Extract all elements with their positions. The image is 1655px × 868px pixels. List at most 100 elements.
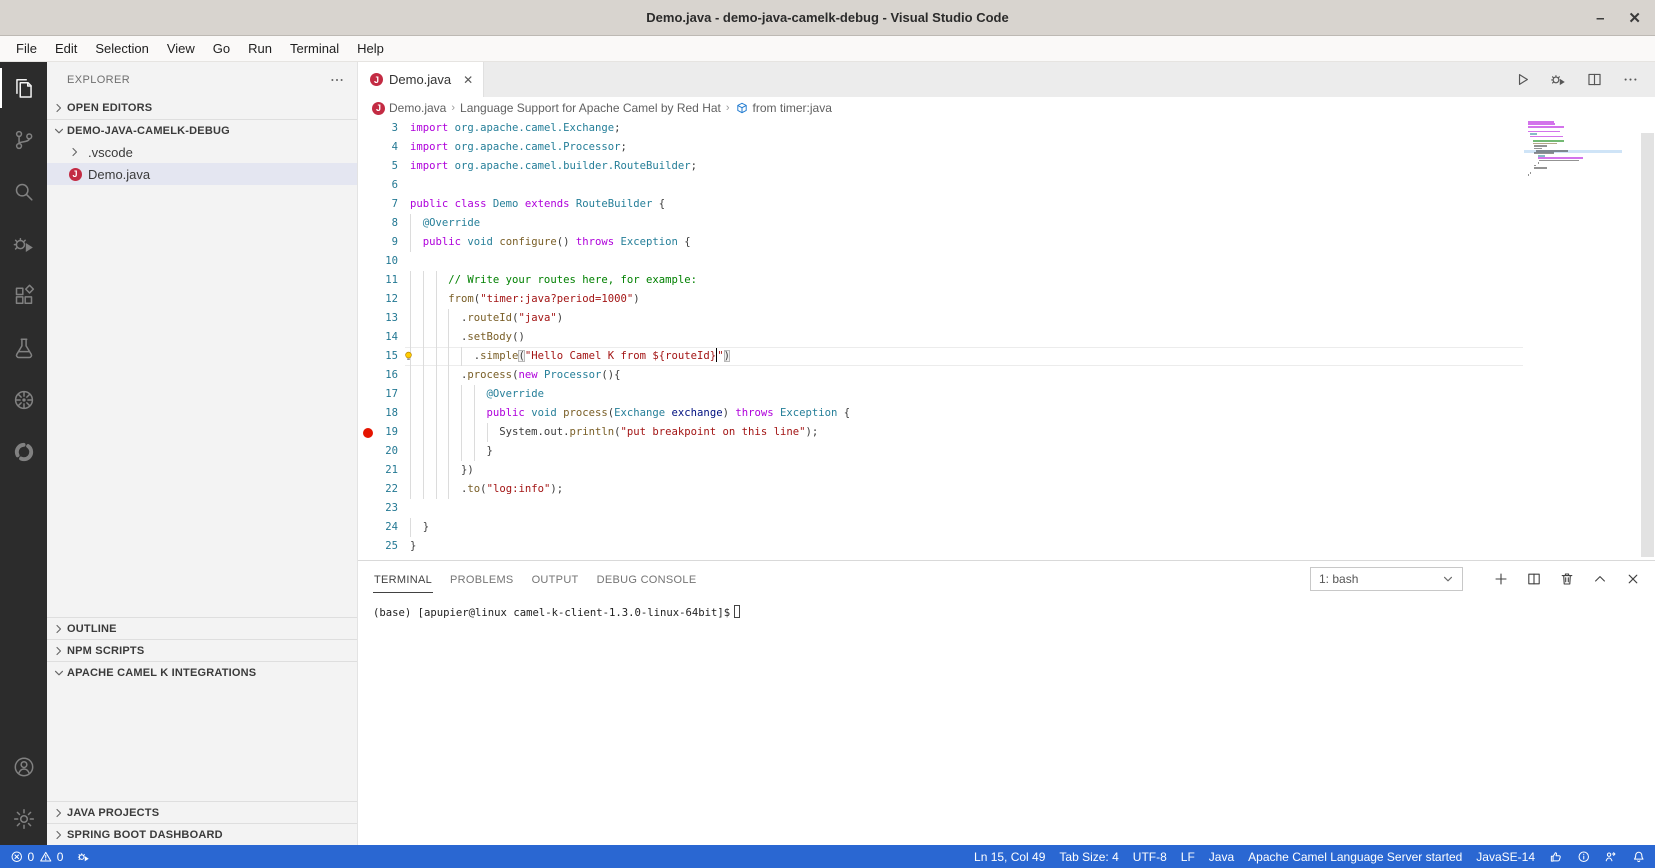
status-thumbs-up[interactable] (1549, 850, 1563, 864)
menu-edit[interactable]: Edit (46, 41, 86, 56)
activity-search[interactable] (0, 166, 47, 218)
panel-tab-problems[interactable]: PROBLEMS (449, 565, 515, 593)
status-warning-count[interactable]: 0 (39, 850, 63, 864)
status-error-count[interactable]: 0 (10, 850, 34, 864)
code-text[interactable]: .simple("Hello Camel K from ${routeId}") (410, 347, 730, 366)
status-language-mode[interactable]: Java (1209, 850, 1234, 864)
menu-view[interactable]: View (158, 41, 204, 56)
camel-route-icon (735, 101, 749, 115)
panel-tab-debug-console[interactable]: DEBUG CONSOLE (596, 565, 698, 593)
close-panel-icon[interactable] (1625, 571, 1641, 587)
split-terminal-icon[interactable] (1526, 571, 1542, 587)
status-camel-language-server-status[interactable]: Apache Camel Language Server started (1248, 850, 1462, 864)
code-text[interactable]: System.out.println("put breakpoint on th… (410, 423, 818, 442)
panel-header: TERMINAL PROBLEMS OUTPUT DEBUG CONSOLE 1: b… (358, 561, 1655, 596)
code-text[interactable]: public class Demo extends RouteBuilder { (410, 195, 665, 214)
activity-explorer[interactable] (0, 62, 47, 114)
code-text[interactable]: import org.apache.camel.Exchange; (410, 119, 621, 138)
tab-close-icon[interactable]: ✕ (463, 73, 473, 87)
new-terminal-icon[interactable] (1493, 571, 1509, 587)
code-line: 12 from("timer:java?period=1000") (358, 290, 1655, 309)
code-text[interactable]: } (410, 442, 493, 461)
kill-terminal-icon[interactable] (1559, 571, 1575, 587)
sidebar-section-outline[interactable]: OUTLINE (47, 617, 357, 639)
code-text[interactable]: public void configure() throws Exception… (410, 233, 691, 252)
activity-bar (0, 62, 47, 845)
activity-accounts[interactable] (0, 741, 47, 793)
menu-run[interactable]: Run (239, 41, 281, 56)
minimize-button[interactable]: – (1596, 11, 1604, 26)
status-debug-status[interactable] (77, 850, 91, 864)
editor-scrollbar[interactable] (1641, 133, 1654, 557)
activity-settings[interactable] (0, 793, 47, 845)
status-java-runtime[interactable]: JavaSE-14 (1476, 850, 1535, 864)
activity-run-and-debug[interactable] (0, 218, 47, 270)
code-text[interactable]: .process(new Processor(){ (410, 366, 621, 385)
line-number: 3 (391, 122, 398, 134)
maximize-panel-icon[interactable] (1592, 571, 1608, 587)
menu-terminal[interactable]: Terminal (281, 41, 348, 56)
code-editor[interactable]: 3 import org.apache.camel.Exchange; 4 impor… (358, 119, 1655, 560)
status-notifications[interactable] (1632, 850, 1646, 864)
status-share-feedback[interactable] (1604, 850, 1618, 864)
activity-source-control[interactable] (0, 114, 47, 166)
code-text[interactable]: @Override (410, 214, 480, 233)
code-text[interactable]: import org.apache.camel.builder.RouteBui… (410, 157, 697, 176)
menu-file[interactable]: File (7, 41, 46, 56)
sidebar-section-demo-java-camelk-debug[interactable]: DEMO-JAVA-CAMELK-DEBUG (47, 119, 357, 141)
breadcrumb-item[interactable]: J Demo.java (372, 101, 446, 115)
activity-kubernetes[interactable] (0, 374, 47, 426)
code-text[interactable]: }) (410, 461, 474, 480)
menu-help[interactable]: Help (348, 41, 393, 56)
sidebar-section-open-editors[interactable]: OPEN EDITORS (47, 97, 357, 119)
code-text[interactable]: } (410, 537, 416, 556)
code-text[interactable]: // Write your routes here, for example: (410, 271, 697, 290)
breadcrumb: J Demo.java › Language Support for Apache C… (358, 97, 1655, 119)
tree-item-demojava[interactable]: J Demo.java (47, 163, 357, 185)
activity-extensions[interactable] (0, 270, 47, 322)
explorer-more-actions-icon[interactable] (329, 72, 345, 88)
debug-alt-icon (12, 232, 36, 256)
status-end-of-line[interactable]: LF (1181, 850, 1195, 864)
sidebar-section-apache-camel-k-integrations[interactable]: APACHE CAMEL K INTEGRATIONS (47, 661, 357, 683)
code-line: 19 System.out.println("put breakpoint on… (358, 423, 1655, 442)
menu-selection[interactable]: Selection (86, 41, 157, 56)
sidebar-bottom-sections: OUTLINE NPM SCRIPTS APACHE CAMEL K INTEGRA… (47, 617, 357, 845)
tab-demo-java[interactable]: J Demo.java ✕ (358, 62, 485, 97)
code-text[interactable]: .routeId("java") (410, 309, 563, 328)
line-number: 6 (391, 179, 398, 191)
menu-go[interactable]: Go (204, 41, 239, 56)
sidebar-section-java-projects[interactable]: JAVA PROJECTS (47, 801, 357, 823)
debug-run-file-icon[interactable] (1550, 71, 1567, 88)
editor-actions (1514, 62, 1655, 97)
breadcrumb-item[interactable]: Language Support for Apache Camel by Red… (460, 101, 721, 115)
sidebar-section-npm-scripts[interactable]: NPM SCRIPTS (47, 639, 357, 661)
panel-tab-output[interactable]: OUTPUT (531, 565, 580, 593)
code-text[interactable]: @Override (410, 385, 544, 404)
code-text[interactable]: public void process(Exchange exchange) t… (410, 404, 851, 423)
close-window-button[interactable]: ✕ (1628, 11, 1641, 26)
status-indentation[interactable]: Tab Size: 4 (1059, 850, 1118, 864)
panel-tab-terminal[interactable]: TERMINAL (373, 565, 434, 593)
code-text[interactable]: import org.apache.camel.Processor; (410, 138, 627, 157)
split-editor-icon[interactable] (1586, 71, 1603, 88)
terminal[interactable]: (base) [apupier@linux camel-k-client-1.3… (358, 596, 1655, 619)
code-text[interactable]: } (410, 518, 429, 537)
breadcrumb-separator-icon: › (451, 102, 456, 114)
code-text[interactable]: .setBody() (410, 328, 525, 347)
more-actions-icon[interactable] (1622, 71, 1639, 88)
tree-item-vscode[interactable]: .vscode (47, 141, 357, 163)
status-encoding[interactable]: UTF-8 (1133, 850, 1167, 864)
activity-testing[interactable] (0, 322, 47, 374)
run-file-icon[interactable] (1514, 71, 1531, 88)
minimap-line (1534, 152, 1555, 155)
code-text[interactable]: from("timer:java?period=1000") (410, 290, 639, 309)
chevron-right-icon (67, 144, 83, 160)
sidebar-section-spring-boot-dashboard[interactable]: SPRING BOOT DASHBOARD (47, 823, 357, 845)
activity-camel-k[interactable] (0, 426, 47, 478)
status-cursor-position[interactable]: Ln 15, Col 49 (974, 850, 1045, 864)
code-text[interactable]: .to("log:info"); (410, 480, 563, 499)
breadcrumb-item[interactable]: from timer:java (735, 101, 832, 115)
terminal-select[interactable]: 1: bash (1310, 566, 1463, 591)
status-java-info[interactable] (1577, 850, 1591, 864)
